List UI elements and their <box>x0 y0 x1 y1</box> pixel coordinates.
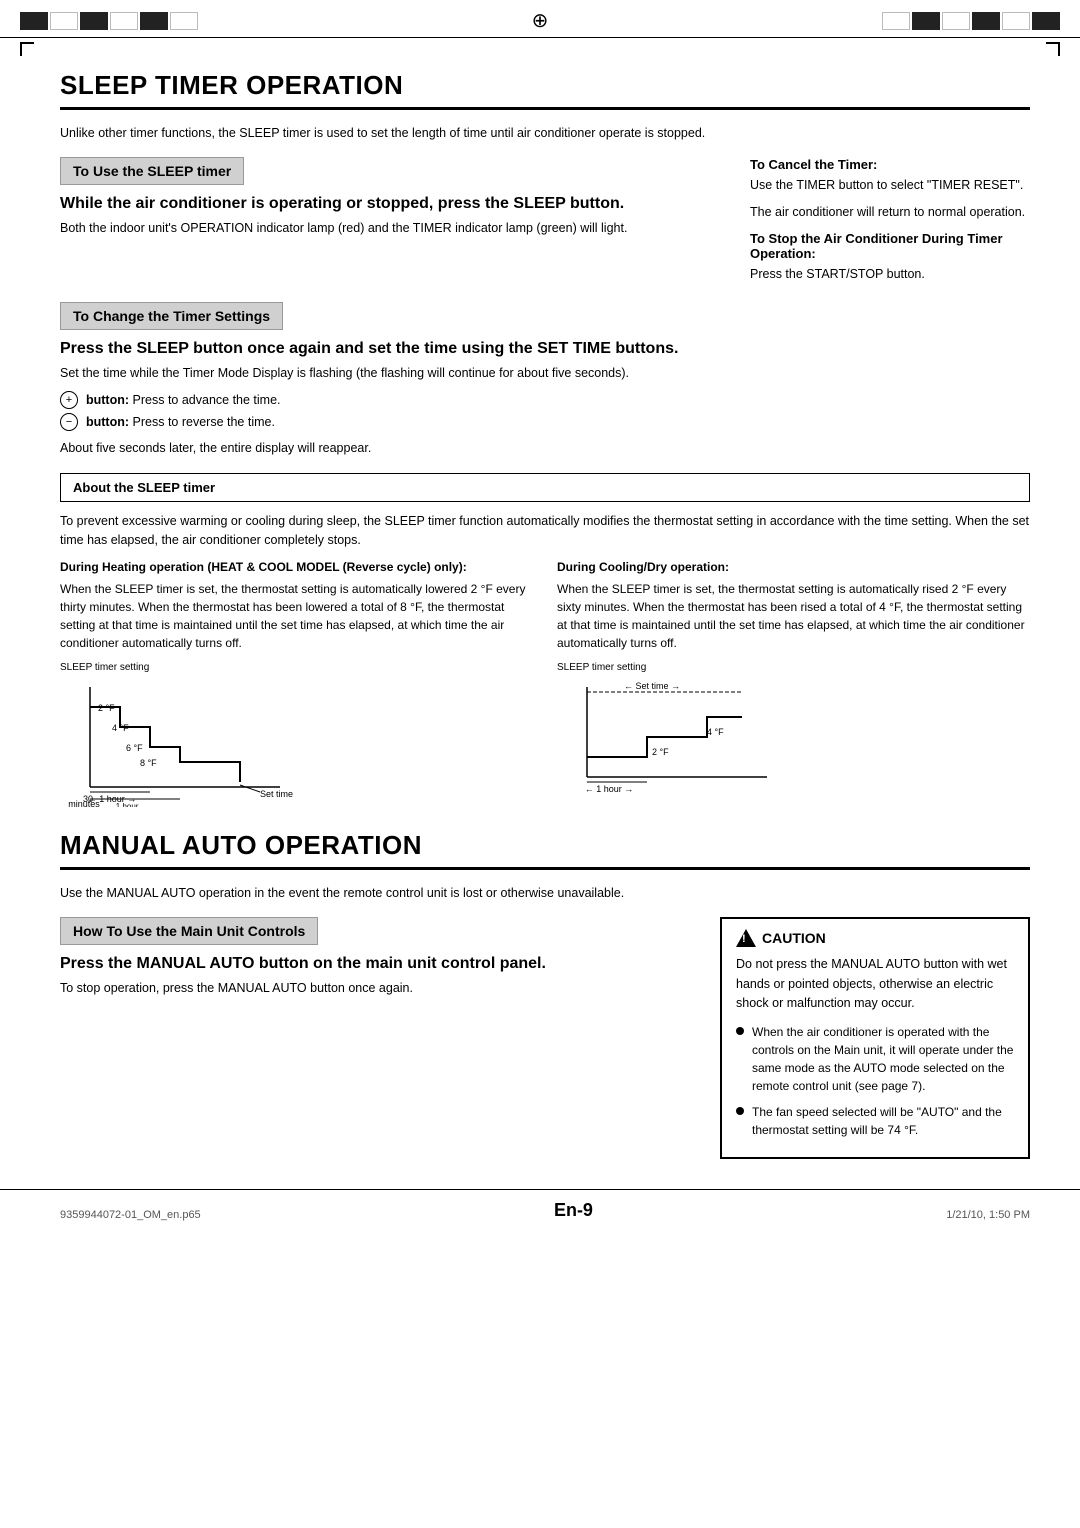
cancel-timer-body1: Use the TIMER button to select "TIMER RE… <box>750 176 1030 195</box>
deco-block-r5 <box>1002 12 1030 30</box>
caution-bullet-1: When the air conditioner is operated wit… <box>736 1023 1014 1095</box>
deco-block-r4 <box>972 12 1000 30</box>
caution-bullet-2-text: The fan speed selected will be "AUTO" an… <box>752 1103 1014 1139</box>
content-area: SLEEP TIMER OPERATION Unlike other timer… <box>0 60 1080 1169</box>
manual-body: To stop operation, press the MANUAL AUTO… <box>60 979 700 998</box>
svg-text:← 1 hour: ← 1 hour <box>106 802 139 807</box>
heating-col: During Heating operation (HEAT & COOL MO… <box>60 560 533 810</box>
sleep-use-heading: While the air conditioner is operating o… <box>60 195 730 213</box>
deco-block-2 <box>50 12 78 30</box>
bullet-dot-1 <box>736 1027 744 1035</box>
manual-left: How To Use the Main Unit Controls Press … <box>60 917 700 1159</box>
change-timer-heading: Press the SLEEP button once again and se… <box>60 340 1030 358</box>
sleep-intro: Unlike other timer functions, the SLEEP … <box>60 124 1030 143</box>
caution-bullet-2: The fan speed selected will be "AUTO" an… <box>736 1103 1014 1139</box>
svg-text:← 1 hour →: ← 1 hour → <box>585 784 634 794</box>
footer-date: 1/21/10, 1:50 PM <box>946 1209 1030 1221</box>
sleep-right-col: To Cancel the Timer: Use the TIMER butto… <box>750 157 1030 292</box>
top-decoration: ⊕ <box>0 0 1080 38</box>
about-sleep-body: To prevent excessive warming or cooling … <box>60 512 1030 551</box>
btn-minus-line: − button: Press to reverse the time. <box>60 413 1030 431</box>
svg-text:2 °F: 2 °F <box>652 747 669 757</box>
stop-ac-body: Press the START/STOP button. <box>750 265 1030 284</box>
caution-label: CAUTION <box>762 930 826 946</box>
cooling-body: When the SLEEP timer is set, the thermos… <box>557 580 1030 652</box>
manual-intro: Use the MANUAL AUTO operation in the eve… <box>60 884 1030 903</box>
btn-minus-text: Press to reverse the time. <box>133 415 275 429</box>
btn-plus-label: button: <box>86 393 129 407</box>
plus-icon: + <box>60 391 78 409</box>
svg-text:Set time: Set time <box>260 789 293 799</box>
deco-block-3 <box>80 12 108 30</box>
caution-bullets: When the air conditioner is operated wit… <box>736 1023 1014 1139</box>
heating-chart: 30 minutes 2 °F 4 °F 6 °F 8 °F ← 1 hour … <box>60 677 300 807</box>
cooling-diagram-label: SLEEP timer setting <box>557 662 1030 673</box>
deco-right <box>882 12 1060 30</box>
svg-text:8 °F: 8 °F <box>140 758 157 768</box>
about-sleep-title: About the SLEEP timer <box>73 480 1017 495</box>
sleep-use-body: Both the indoor unit's OPERATION indicat… <box>60 219 730 238</box>
deco-left <box>20 12 198 30</box>
caution-triangle-icon <box>736 929 756 947</box>
page-number: En-9 <box>554 1200 593 1221</box>
corner-tl <box>20 42 34 56</box>
deco-block-r3 <box>942 12 970 30</box>
manual-auto-title: MANUAL AUTO OPERATION <box>60 830 1030 870</box>
btn-minus-label: button: <box>86 415 129 429</box>
cooling-title: During Cooling/Dry operation: <box>557 560 1030 574</box>
caution-box: CAUTION Do not press the MANUAL AUTO but… <box>720 917 1030 1159</box>
btn-plus-line: + button: Press to advance the time. <box>60 391 1030 409</box>
sleep-left-col: To Use the SLEEP timer While the air con… <box>60 157 730 292</box>
after-text: About five seconds later, the entire dis… <box>60 439 1030 458</box>
footer-code-left: 9359944072-01_OM_en.p65 <box>60 1209 201 1221</box>
svg-text:4 °F: 4 °F <box>112 723 129 733</box>
bullet-dot-2 <box>736 1107 744 1115</box>
deco-block-r2 <box>912 12 940 30</box>
sleep-use-box: To Use the SLEEP timer <box>60 157 244 185</box>
footer: 9359944072-01_OM_en.p65 En-9 1/21/10, 1:… <box>0 1189 1080 1231</box>
cooling-chart: ← Set time → ← 1 hour → 2 °F 4 °F <box>557 677 787 797</box>
corner-row-top <box>0 38 1080 60</box>
deco-block-4 <box>110 12 138 30</box>
svg-text:2 °F: 2 °F <box>98 703 115 713</box>
sleep-timer-title: SLEEP TIMER OPERATION <box>60 70 1030 110</box>
svg-text:← Set time →: ← Set time → <box>624 681 680 691</box>
svg-text:4 °F: 4 °F <box>707 727 724 737</box>
deco-center-circle: ⊕ <box>532 8 549 33</box>
btn-plus-text: Press to advance the time. <box>133 393 281 407</box>
cooling-diagram: SLEEP timer setting ← Set time → ← 1 hou… <box>557 662 1030 800</box>
manual-layout: How To Use the Main Unit Controls Press … <box>60 917 1030 1159</box>
sleep-main-layout: To Use the SLEEP timer While the air con… <box>60 157 1030 292</box>
cooling-col: During Cooling/Dry operation: When the S… <box>557 560 1030 810</box>
deco-block-5 <box>140 12 168 30</box>
about-sleep-box: About the SLEEP timer <box>60 473 1030 502</box>
deco-block-r1 <box>882 12 910 30</box>
change-timer-box: To Change the Timer Settings <box>60 302 283 330</box>
cancel-timer-body2: The air conditioner will return to norma… <box>750 203 1030 222</box>
heating-title: During Heating operation (HEAT & COOL MO… <box>60 560 533 574</box>
heating-diagram: SLEEP timer setting 30 minutes 2 °F 4 <box>60 662 533 810</box>
change-timer-body: Set the time while the Timer Mode Displa… <box>60 364 1030 383</box>
manual-right: CAUTION Do not press the MANUAL AUTO but… <box>720 917 1030 1159</box>
stop-ac-heading: To Stop the Air Conditioner During Timer… <box>750 231 1030 261</box>
caution-body: Do not press the MANUAL AUTO button with… <box>736 955 1014 1013</box>
caution-bullet-1-text: When the air conditioner is operated wit… <box>752 1023 1014 1095</box>
cancel-timer-heading: To Cancel the Timer: <box>750 157 1030 172</box>
manual-heading: Press the MANUAL AUTO button on the main… <box>60 955 700 973</box>
deco-block-1 <box>20 12 48 30</box>
sleep-diagram-layout: During Heating operation (HEAT & COOL MO… <box>60 560 1030 810</box>
page-wrapper: ⊕ SLEEP TIMER OPERATION Unlike other tim… <box>0 0 1080 1528</box>
corner-tr <box>1046 42 1060 56</box>
deco-block-6 <box>170 12 198 30</box>
svg-text:6 °F: 6 °F <box>126 743 143 753</box>
heating-body: When the SLEEP timer is set, the thermos… <box>60 580 533 652</box>
minus-icon: − <box>60 413 78 431</box>
heating-diagram-label: SLEEP timer setting <box>60 662 533 673</box>
deco-block-r6 <box>1032 12 1060 30</box>
caution-title: CAUTION <box>736 929 1014 947</box>
main-unit-controls-box: How To Use the Main Unit Controls <box>60 917 318 945</box>
